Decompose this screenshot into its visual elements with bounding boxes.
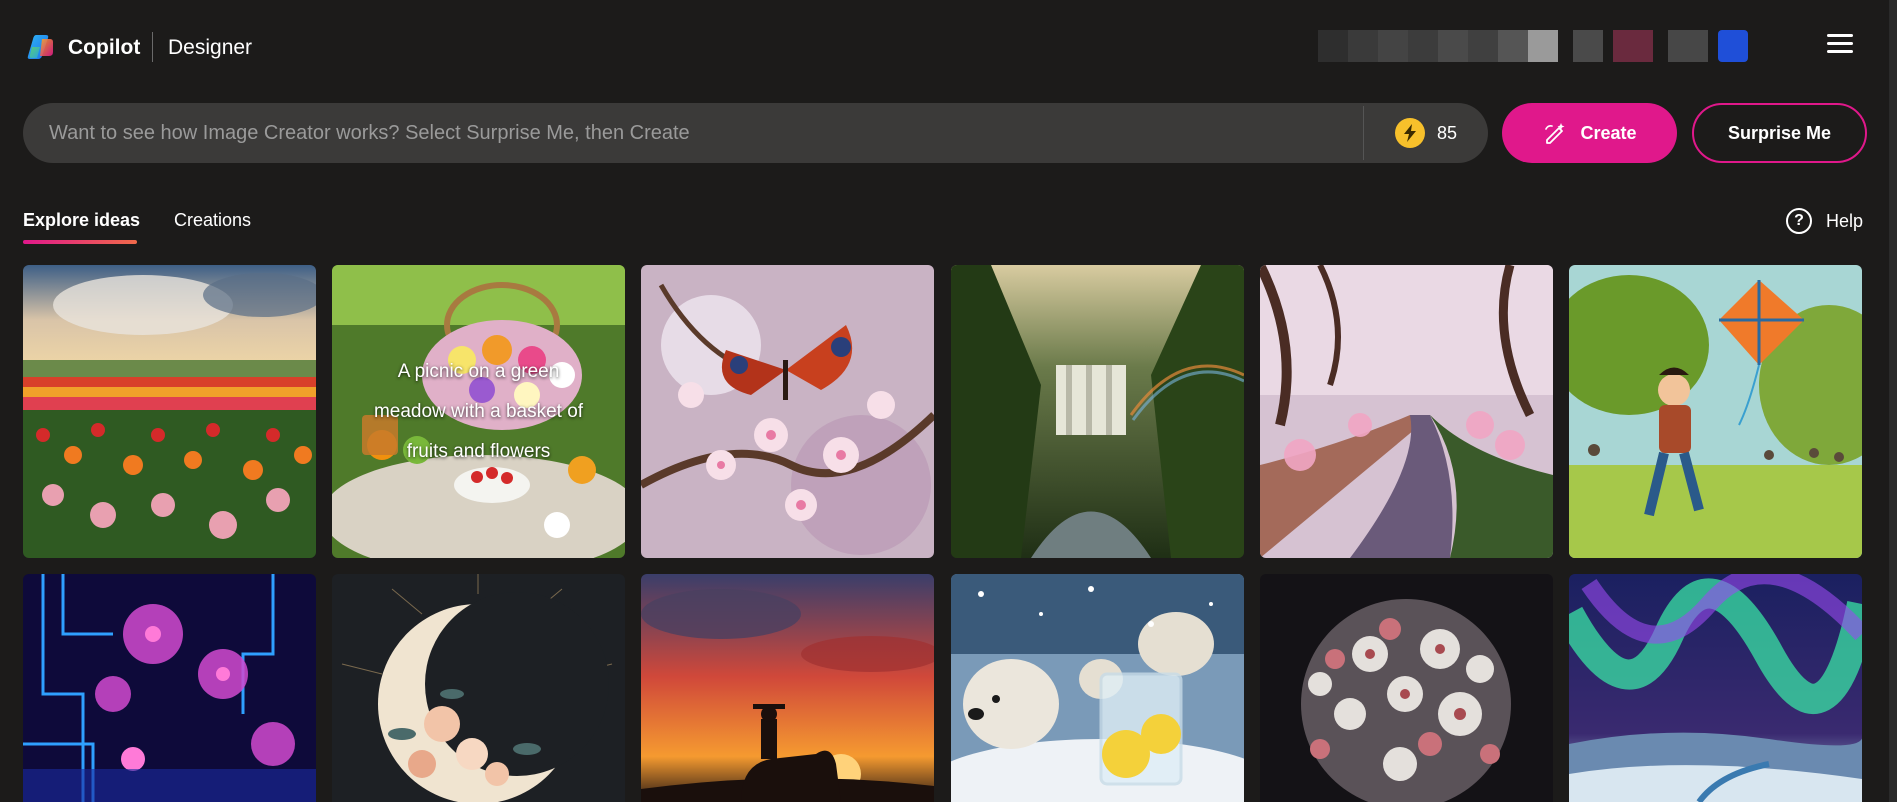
- copilot-logo-icon[interactable]: [26, 31, 58, 63]
- hamburger-menu-icon[interactable]: [1827, 34, 1857, 58]
- prompt-input[interactable]: [49, 103, 1369, 163]
- tab-creations[interactable]: Creations: [174, 210, 251, 231]
- lightning-bolt-icon: [1395, 118, 1425, 148]
- floral-crescent-moon-image: [332, 574, 625, 802]
- page-scrollbar[interactable]: [1889, 0, 1897, 802]
- brand-name[interactable]: Copilot: [68, 36, 140, 60]
- idea-tile-picnic[interactable]: A picnic on a green meadow with a basket…: [332, 265, 625, 558]
- tab-explore-ideas[interactable]: Explore ideas: [23, 210, 140, 231]
- idea-tile-neon-circuit-garden[interactable]: [23, 574, 316, 802]
- question-circle-icon: ?: [1786, 208, 1812, 234]
- idea-tile-aurora-borealis[interactable]: [1569, 574, 1862, 802]
- idea-tile-floral-crescent-moon[interactable]: [332, 574, 625, 802]
- surprise-me-button[interactable]: Surprise Me: [1692, 103, 1867, 163]
- brand-divider: [152, 32, 153, 62]
- idea-tile-jungle-waterfall[interactable]: [951, 265, 1244, 558]
- boost-count: 85: [1437, 122, 1458, 143]
- jungle-waterfall-image: [951, 265, 1244, 558]
- cowboy-sunset-image: [641, 574, 934, 802]
- search-divider: [1363, 106, 1364, 160]
- idea-tile-tulip-field[interactable]: [23, 265, 316, 558]
- idea-tile-boy-with-kite[interactable]: [1569, 265, 1862, 558]
- idea-caption: A picnic on a green meadow with a basket…: [373, 360, 584, 462]
- cherry-blossom-river-image: [1260, 265, 1553, 558]
- flower-sphere-image: [1260, 574, 1553, 802]
- boost-counter[interactable]: 85: [1395, 118, 1457, 148]
- create-button-label: Create: [1580, 122, 1637, 143]
- idea-tile-polar-bears-lemonade[interactable]: [951, 574, 1244, 802]
- idea-tile-cowboy-sunset[interactable]: [641, 574, 934, 802]
- polar-bears-lemonade-image: [951, 574, 1244, 802]
- prompt-search-box: 85: [23, 103, 1488, 163]
- idea-tile-flower-sphere[interactable]: [1260, 574, 1553, 802]
- tulip-field-image: [23, 265, 316, 558]
- create-button[interactable]: Create: [1502, 103, 1677, 163]
- help-link[interactable]: ? Help: [1786, 208, 1863, 234]
- product-name[interactable]: Designer: [168, 36, 252, 60]
- idea-tile-cherry-blossom-river[interactable]: [1260, 265, 1553, 558]
- idea-tile-butterfly-blossoms[interactable]: [641, 265, 934, 558]
- pen-sparkle-icon: [1545, 123, 1565, 144]
- top-bar: Copilot Designer: [0, 0, 1897, 92]
- account-area-pixelated[interactable]: [1318, 30, 1748, 62]
- butterfly-blossoms-image: [641, 265, 934, 558]
- active-tab-indicator: [23, 240, 137, 244]
- neon-circuit-garden-image: [23, 574, 316, 802]
- help-label: Help: [1826, 210, 1864, 231]
- boy-with-kite-image: [1569, 265, 1862, 558]
- aurora-borealis-image: [1569, 574, 1862, 802]
